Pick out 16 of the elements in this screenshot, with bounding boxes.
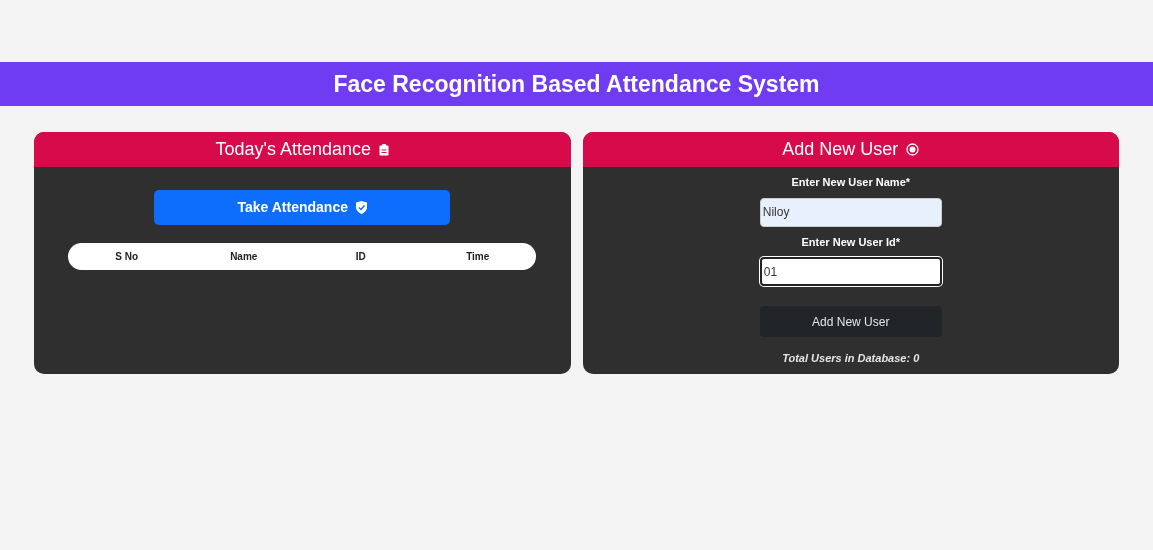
user-name-field[interactable]: Niloy xyxy=(759,197,942,227)
total-users-text: Total Users in Database: 0 xyxy=(782,351,920,366)
column-header: Time xyxy=(465,250,491,264)
page-title: Face Recognition Based Attendance System xyxy=(333,69,820,99)
column-header: S No xyxy=(114,250,140,264)
clipboard-icon xyxy=(379,143,390,156)
field-label: Enter New User Name* xyxy=(791,175,911,190)
panel-title: Today's Attendance xyxy=(215,138,372,161)
column-header: ID xyxy=(354,250,367,264)
field-label: Enter New User Id* xyxy=(801,234,900,250)
panel-title: Add New User xyxy=(782,138,899,161)
column-header: Name xyxy=(229,250,259,264)
take-attendance-button[interactable]: Take Attendance xyxy=(154,190,451,225)
user-id-field[interactable]: 01 xyxy=(759,257,942,286)
add-user-button[interactable]: Add New User xyxy=(759,306,942,337)
shield-check-icon xyxy=(356,201,367,214)
